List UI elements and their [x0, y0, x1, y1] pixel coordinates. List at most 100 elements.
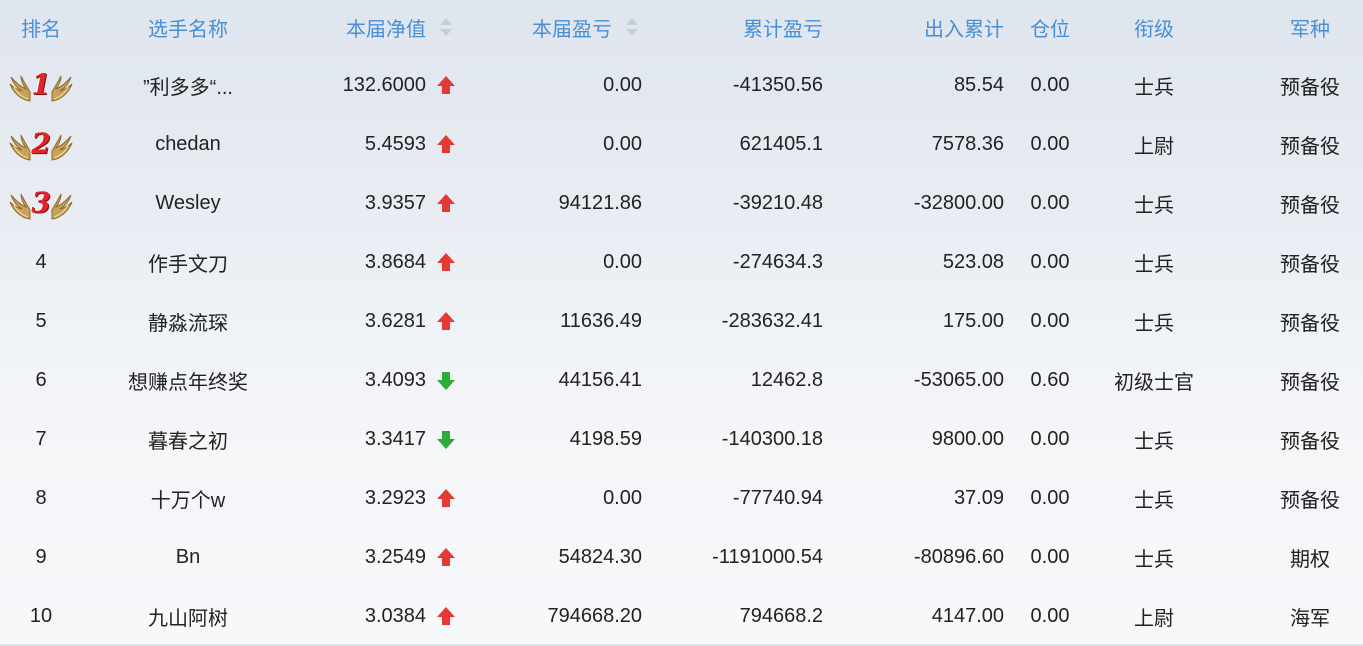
cell-army: 预备役 [1280, 313, 1340, 335]
table-row[interactable]: 1 ”利多多“... 132.6000 0.00 -41350.56 85.54… [0, 56, 1363, 115]
cell-trend [434, 292, 458, 351]
cell-position: 0.00 [1030, 74, 1070, 96]
cell-rank: 3 [0, 174, 82, 233]
cell-flow: 523.08 [942, 251, 1004, 273]
arrow-up-icon [437, 606, 455, 627]
cell-rank-title: 士兵 [1134, 77, 1174, 99]
cell-player-name[interactable]: 暮春之初 [100, 410, 276, 469]
cell-trend [434, 410, 458, 469]
cell-player-name[interactable]: 作手文刀 [100, 233, 276, 292]
table-row[interactable]: 6 想赚点年终奖 3.4093 44156.41 12462.8 -53065.… [0, 351, 1363, 410]
table-row[interactable]: 7 暮春之初 3.3417 4198.59 -140300.18 9800.00… [0, 410, 1363, 469]
arrow-up-icon [437, 311, 455, 332]
rank-number: 8 [35, 487, 47, 509]
header-pnl-label: 本届盈亏 [532, 18, 612, 41]
cell-pnl: 0.00 [603, 74, 642, 96]
cell-army: 预备役 [1280, 195, 1340, 217]
cell-rank: 1 [0, 56, 82, 115]
sort-nav-button[interactable] [434, 0, 458, 54]
sort-pnl-button[interactable] [622, 0, 642, 54]
rank-number: 6 [35, 369, 47, 391]
cell-rank-title: 初级士官 [1114, 372, 1194, 394]
cell-player-name[interactable]: chedan [100, 115, 276, 174]
cell-position: 0.00 [1030, 428, 1070, 450]
cell-flow: 7578.36 [931, 133, 1004, 155]
table-row[interactable]: 5 静淼流琛 3.6281 11636.49 -283632.41 175.00… [0, 292, 1363, 351]
arrow-up-icon [437, 75, 455, 96]
cell-flow: 37.09 [953, 487, 1004, 509]
cell-cumulative-pnl: 12462.8 [750, 369, 823, 391]
cell-rank-title: 士兵 [1134, 254, 1174, 276]
wing-icon [50, 192, 74, 220]
cell-pnl: 0.00 [603, 251, 642, 273]
table-row[interactable]: 9 Bn 3.2549 54824.30 -1191000.54 -80896.… [0, 528, 1363, 587]
arrow-up-icon [437, 193, 455, 214]
cell-trend [434, 528, 458, 587]
cell-nav: 3.3417 [364, 428, 426, 450]
cell-player-name[interactable]: 十万个w [100, 469, 276, 528]
cell-player-name[interactable]: ”利多多“... [100, 56, 276, 115]
cell-army: 预备役 [1280, 490, 1340, 512]
cell-player-name[interactable]: 静淼流琛 [100, 292, 276, 351]
cell-trend [434, 587, 458, 646]
cell-player-name[interactable]: 想赚点年终奖 [100, 351, 276, 410]
header-cumulative-pnl: 累计盈亏 [743, 18, 823, 41]
table-row[interactable]: 8 十万个w 3.2923 0.00 -77740.94 37.09 0.00 … [0, 469, 1363, 528]
cell-rank-title: 上尉 [1134, 136, 1174, 158]
arrow-up-icon [437, 252, 455, 273]
table-row[interactable]: 4 作手文刀 3.8684 0.00 -274634.3 523.08 0.00… [0, 233, 1363, 292]
cell-rank: 9 [0, 528, 82, 587]
header-rank: 排名 [21, 18, 61, 41]
table-row[interactable]: 10 九山阿树 3.0384 794668.20 794668.2 4147.0… [0, 587, 1363, 646]
header-pnl-sortable[interactable]: 本届盈亏 [470, 0, 642, 54]
rank-medal-icon: 3 [8, 184, 74, 224]
arrow-up-icon [437, 488, 455, 509]
arrow-up-icon [437, 547, 455, 568]
cell-nav: 3.2923 [364, 487, 426, 509]
cell-flow: -32800.00 [913, 192, 1004, 214]
rank-number: 5 [35, 310, 47, 332]
table-row[interactable]: 2 chedan 5.4593 0.00 621405.1 7578.36 0.… [0, 115, 1363, 174]
cell-nav: 3.0384 [364, 605, 426, 627]
header-nav-label: 本届净值 [346, 18, 426, 41]
header-army: 军种 [1290, 18, 1330, 41]
rank-number: 9 [35, 546, 47, 568]
cell-nav: 3.2549 [364, 546, 426, 568]
cell-trend [434, 56, 458, 115]
cell-player-name[interactable]: 九山阿树 [100, 587, 276, 646]
arrow-down-icon [437, 371, 455, 391]
cell-rank: 6 [0, 351, 82, 410]
cell-army: 预备役 [1280, 431, 1340, 453]
cell-trend [434, 469, 458, 528]
cell-rank-title: 士兵 [1134, 313, 1174, 335]
cell-player-name[interactable]: Wesley [100, 174, 276, 233]
cell-cumulative-pnl: -140300.18 [721, 428, 823, 450]
cell-pnl: 54824.30 [558, 546, 642, 568]
cell-pnl: 94121.86 [558, 192, 642, 214]
cell-flow: 9800.00 [931, 428, 1004, 450]
cell-flow: 175.00 [942, 310, 1004, 332]
cell-rank-title: 士兵 [1134, 549, 1174, 571]
cell-nav: 132.6000 [342, 74, 426, 96]
cell-position: 0.00 [1030, 251, 1070, 273]
cell-position: 0.00 [1030, 546, 1070, 568]
cell-position: 0.00 [1030, 133, 1070, 155]
cell-pnl: 4198.59 [569, 428, 642, 450]
cell-army: 期权 [1290, 549, 1330, 571]
table-header: 排名 选手名称 本届净值 本届盈亏 累计盈亏 出入累计 仓位 衔级 军种 [0, 0, 1363, 54]
cell-rank: 5 [0, 292, 82, 351]
cell-position: 0.00 [1030, 605, 1070, 627]
cell-rank-title: 上尉 [1134, 608, 1174, 630]
arrow-down-icon [437, 430, 455, 450]
cell-trend [434, 174, 458, 233]
cell-player-name[interactable]: Bn [100, 528, 276, 587]
cell-cumulative-pnl: -39210.48 [732, 192, 823, 214]
cell-army: 预备役 [1280, 254, 1340, 276]
table-row[interactable]: 3 Wesley 3.9357 94121.86 -39210.48 -3280… [0, 174, 1363, 233]
header-flow: 出入累计 [924, 18, 1004, 41]
cell-nav: 5.4593 [364, 133, 426, 155]
cell-trend [434, 351, 458, 410]
cell-nav: 3.4093 [364, 369, 426, 391]
header-nav-sortable[interactable]: 本届净值 [300, 0, 426, 54]
cell-cumulative-pnl: -77740.94 [732, 487, 823, 509]
